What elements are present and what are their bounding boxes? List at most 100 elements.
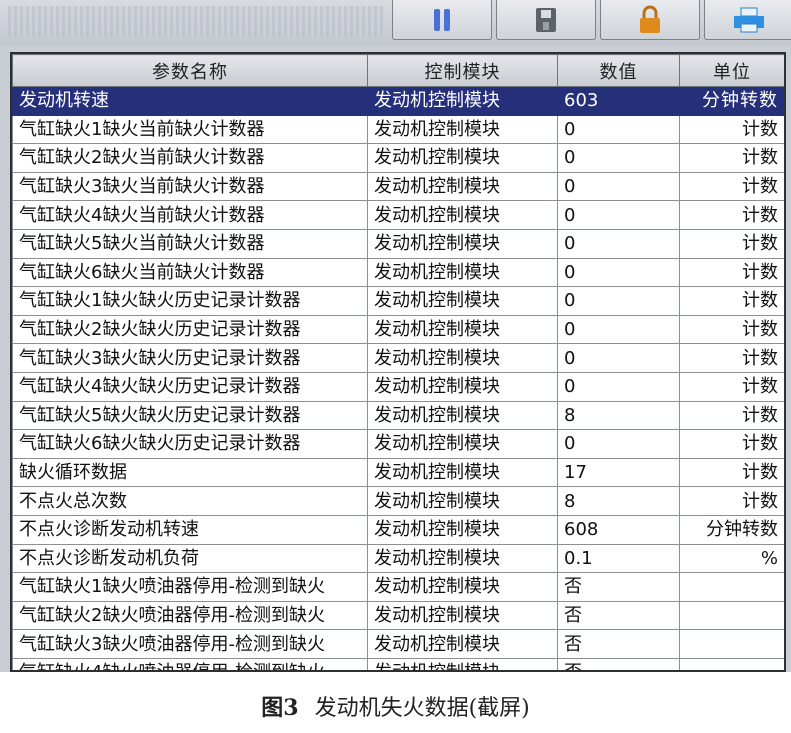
cell-unit: 计数 — [679, 200, 784, 230]
cell-module: 发动机控制模块 — [367, 343, 558, 373]
table-row[interactable]: 气缸缺火1缺火喷油器停用-检测到缺火 发动机控制模块否 — [12, 572, 784, 602]
cell-parameter-name: 气缸缺火4缺火当前缺火计数器 — [12, 200, 368, 230]
cell-unit: % — [679, 543, 784, 574]
cell-module: 发动机控制模块 — [367, 486, 558, 516]
cell-unit: 计数 — [679, 257, 784, 288]
cell-module: 发动机控制模块 — [367, 143, 558, 173]
cell-unit: 计数 — [679, 343, 784, 373]
lock-icon — [640, 5, 660, 33]
cell-module: 发动机控制模块 — [367, 86, 558, 116]
cell-module: 发动机控制模块 — [367, 314, 558, 345]
cell-value: 0 — [557, 314, 680, 345]
cell-value: 0 — [557, 171, 680, 202]
cell-value: 8 — [557, 486, 680, 516]
cell-value: 608 — [557, 514, 680, 545]
cell-parameter-name: 不点火诊断发动机转速 — [12, 514, 368, 545]
cell-parameter-name: 气缸缺火6缺火缺火历史记录计数器 — [12, 429, 368, 459]
table-row[interactable]: 气缸缺火2缺火喷油器停用-检测到缺火 发动机控制模块否 — [12, 600, 784, 631]
cell-parameter-name: 气缸缺火3缺火缺火历史记录计数器 — [12, 343, 368, 373]
column-header-name[interactable]: 参数名称 — [12, 54, 368, 87]
cell-value: 0 — [557, 200, 680, 230]
data-grid: 参数名称 控制模块 数值 单位 发动机转速 发动机控制模块 603 分钟转数 气缸缺火1… — [10, 52, 786, 672]
cell-value: 8 — [557, 400, 680, 431]
table-row[interactable]: 气缸缺火4缺火喷油器停用-检测到缺火发动机控制模块否 — [12, 657, 784, 670]
diagnostic-screen: 参数名称 控制模块 数值 单位 发动机转速 发动机控制模块 603 分钟转数 气缸缺火1… — [0, 0, 791, 672]
cell-module: 发动机控制模块 — [367, 657, 558, 670]
column-header-value[interactable]: 数值 — [557, 54, 680, 87]
table-row[interactable]: 气缸缺火5缺火当前缺火计数器 发动机控制模块 0 计数 — [12, 228, 784, 259]
cell-module: 发动机控制模块 — [367, 600, 558, 631]
cell-module: 发动机控制模块 — [367, 514, 558, 545]
table-row[interactable]: 气缸缺火4缺火当前缺火计数器 发动机控制模块 0 计数 — [12, 200, 784, 230]
column-header-unit[interactable]: 单位 — [679, 54, 784, 87]
cell-module: 发动机控制模块 — [367, 543, 558, 574]
table-row[interactable]: 缺火循环数据 发动机控制模块 17 计数 — [12, 457, 784, 488]
table-row[interactable]: 气缸缺火5缺火缺火历史记录计数器 发动机控制模块 8 计数 — [12, 400, 784, 431]
cell-parameter-name: 气缸缺火1缺火当前缺火计数器 — [12, 114, 368, 145]
table-row-selected[interactable]: 发动机转速 发动机控制模块 603 分钟转数 — [12, 86, 784, 116]
cell-value: 0 — [557, 429, 680, 459]
cell-unit: 计数 — [679, 286, 784, 316]
table-row[interactable]: 气缸缺火1缺火当前缺火计数器 发动机控制模块 0 计数 — [12, 114, 784, 145]
cell-value: 17 — [557, 457, 680, 488]
disk-icon — [536, 7, 556, 32]
cell-parameter-name: 气缸缺火3缺火喷油器停用-检测到缺火 — [12, 629, 368, 659]
cell-unit: 计数 — [679, 400, 784, 431]
figure-caption: 图3 发动机失火数据(截屏) — [0, 690, 791, 722]
cell-module: 发动机控制模块 — [367, 286, 558, 316]
cell-unit — [679, 572, 784, 602]
cell-value: 0 — [557, 343, 680, 373]
cell-value: 否 — [557, 600, 680, 631]
cell-value: 0 — [557, 228, 680, 259]
cell-value: 0 — [557, 371, 680, 402]
table-row[interactable]: 气缸缺火3缺火缺火历史记录计数器 发动机控制模块 0 计数 — [12, 343, 784, 373]
cell-module: 发动机控制模块 — [367, 114, 558, 145]
pause-icon — [434, 8, 450, 31]
cell-parameter-name: 气缸缺火1缺火缺火历史记录计数器 — [12, 286, 368, 316]
cell-parameter-name: 气缸缺火6缺火当前缺火计数器 — [12, 257, 368, 288]
cell-value: 0 — [557, 114, 680, 145]
cell-unit: 计数 — [679, 114, 784, 145]
cell-parameter-name: 发动机转速 — [12, 86, 368, 116]
cell-parameter-name: 气缸缺火4缺火缺火历史记录计数器 — [12, 371, 368, 402]
cell-parameter-name: 气缸缺火2缺火缺火历史记录计数器 — [12, 314, 368, 345]
table-row[interactable]: 气缸缺火4缺火缺火历史记录计数器 发动机控制模块 0 计数 — [12, 371, 784, 402]
cell-parameter-name: 气缸缺火3缺火当前缺火计数器 — [12, 171, 368, 202]
cell-unit: 计数 — [679, 457, 784, 488]
cell-value: 否 — [557, 629, 680, 659]
table-row[interactable]: 不点火诊断发动机负荷 发动机控制模块 0.1% — [12, 543, 784, 574]
table-header-row: 参数名称 控制模块 数值 单位 — [12, 54, 784, 87]
column-header-module[interactable]: 控制模块 — [367, 54, 558, 87]
cell-parameter-name: 不点火诊断发动机负荷 — [12, 543, 368, 574]
figure-number: 图3 — [261, 695, 299, 721]
table-row[interactable]: 不点火诊断发动机转速 发动机控制模块 608 分钟转数 — [12, 514, 784, 545]
cell-parameter-name: 气缸缺火1缺火喷油器停用-检测到缺火 — [12, 572, 368, 602]
cell-unit: 计数 — [679, 228, 784, 259]
table-row[interactable]: 气缸缺火2缺火当前缺火计数器 发动机控制模块 0 计数 — [12, 143, 784, 173]
cell-value: 0 — [557, 257, 680, 288]
cell-unit: 分钟转数 — [679, 514, 784, 545]
pause-button[interactable] — [392, 0, 492, 40]
print-button[interactable] — [704, 0, 791, 40]
cell-unit: 计数 — [679, 429, 784, 459]
save-button[interactable] — [496, 0, 596, 40]
table-row[interactable]: 气缸缺火6缺火缺火历史记录计数器 发动机控制模块 0 计数 — [12, 429, 784, 459]
lock-button[interactable] — [600, 0, 700, 40]
cell-parameter-name: 气缸缺火4缺火喷油器停用-检测到缺火 — [12, 657, 368, 670]
cell-unit: 计数 — [679, 486, 784, 516]
table-row[interactable]: 气缸缺火3缺火喷油器停用-检测到缺火 发动机控制模块否 — [12, 629, 784, 659]
table-row[interactable]: 不点火总次数 发动机控制模块 8 计数 — [12, 486, 784, 516]
table-row[interactable]: 气缸缺火1缺火缺火历史记录计数器 发动机控制模块 0 计数 — [12, 286, 784, 316]
cell-unit: 分钟转数 — [679, 86, 784, 116]
toolbar — [0, 0, 791, 46]
cell-value: 603 — [557, 86, 680, 116]
cell-parameter-name: 气缸缺火5缺火缺火历史记录计数器 — [12, 400, 368, 431]
printer-icon — [734, 7, 764, 32]
cell-value: 否 — [557, 657, 680, 670]
table-row[interactable]: 气缸缺火2缺火缺火历史记录计数器 发动机控制模块 0 计数 — [12, 314, 784, 345]
cell-parameter-name: 气缸缺火2缺火当前缺火计数器 — [12, 143, 368, 173]
table-row[interactable]: 气缸缺火3缺火当前缺火计数器 发动机控制模块 0 计数 — [12, 171, 784, 202]
table-row[interactable]: 气缸缺火6缺火当前缺火计数器 发动机控制模块 0 计数 — [12, 257, 784, 288]
cell-module: 发动机控制模块 — [367, 429, 558, 459]
cell-unit — [679, 657, 784, 670]
